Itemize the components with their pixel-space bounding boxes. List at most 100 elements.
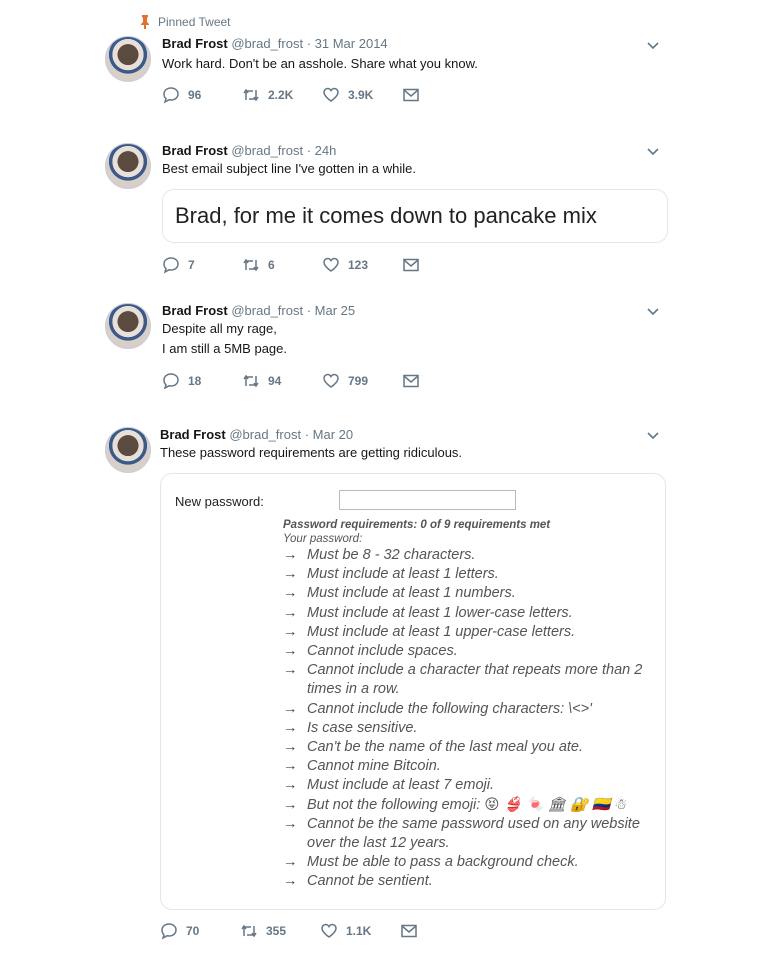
tweet-header: Brad Frost @brad_frost · Mar 25 (162, 303, 355, 318)
like-button[interactable]: 1.1K (320, 922, 400, 940)
direct-message-button[interactable] (402, 86, 482, 104)
avatar[interactable] (105, 427, 151, 473)
envelope-icon (403, 258, 419, 272)
direct-message-button[interactable] (402, 372, 482, 390)
avatar[interactable] (105, 36, 151, 82)
arrow-right-icon: → (283, 623, 298, 640)
retweet-icon (243, 374, 259, 388)
password-input[interactable] (339, 490, 516, 510)
requirement-text: But not the following emoji: 😝 👙 🍬 🏛 🔐 🇨… (307, 796, 628, 813)
author-name[interactable]: Brad Frost (162, 143, 228, 158)
requirement-item: → Must be able to pass a background check… (283, 853, 663, 872)
arrow-right-icon: → (283, 566, 298, 583)
reply-button[interactable]: 7 (162, 256, 242, 274)
retweet-button[interactable]: 2.2K (242, 86, 322, 104)
tweet-date[interactable]: Mar 25 (315, 303, 355, 318)
chevron-down-icon[interactable] (646, 304, 660, 318)
requirement-item: → Cannot include spaces. (283, 642, 663, 661)
arrow-right-icon: → (283, 777, 298, 794)
tweet[interactable]: Brad Frost @brad_frost · Mar 20 These pa… (100, 421, 680, 951)
tweet-date[interactable]: Mar 20 (313, 427, 353, 442)
arrow-right-icon: → (283, 719, 298, 736)
retweet-button[interactable]: 355 (240, 922, 320, 940)
reply-count: 70 (186, 924, 200, 938)
envelope-icon (403, 374, 419, 388)
retweet-count: 6 (268, 258, 275, 272)
reply-icon (161, 923, 177, 940)
author-handle[interactable]: @brad_frost (231, 36, 303, 51)
requirement-item: → Must include at least 1 numbers. (283, 584, 663, 603)
reply-button[interactable]: 70 (160, 922, 240, 940)
requirement-item: → Must include at least 1 lower-case lett… (283, 604, 663, 623)
card-text: Brad, for me it comes down to pancake mi… (175, 203, 597, 228)
reply-button[interactable]: 96 (162, 86, 242, 104)
retweet-button[interactable]: 94 (242, 372, 322, 390)
chevron-down-icon[interactable] (646, 38, 660, 52)
tweet-header: Brad Frost @brad_frost · 24h (162, 143, 336, 158)
arrow-right-icon: → (283, 758, 298, 775)
author-handle[interactable]: @brad_frost (231, 143, 303, 158)
tweet-actions: 18 94 799 (162, 372, 482, 390)
image-card[interactable]: New password: Password requirements: 0 o… (160, 473, 666, 910)
author-name[interactable]: Brad Frost (160, 427, 226, 442)
requirement-item: → Cannot include a character that repeats… (283, 661, 663, 699)
envelope-icon (403, 88, 419, 102)
arrow-right-icon: → (283, 604, 298, 621)
image-card[interactable]: Brad, for me it comes down to pancake mi… (162, 189, 668, 243)
arrow-right-icon: → (283, 854, 298, 871)
chevron-down-icon[interactable] (646, 428, 660, 442)
like-count: 1.1K (346, 924, 372, 938)
separator: · (303, 303, 315, 318)
author-handle[interactable]: @brad_frost (231, 303, 303, 318)
requirement-item: → Cannot mine Bitcoin. (283, 757, 663, 776)
author-handle[interactable]: @brad_frost (229, 427, 301, 442)
tweet-date[interactable]: 31 Mar 2014 (315, 36, 388, 51)
requirement-text: Cannot be sentient. (307, 873, 433, 890)
requirement-text: Cannot include spaces. (307, 643, 458, 660)
reply-icon (163, 373, 179, 390)
tweet-text: Best email subject line I've gotten in a… (162, 161, 416, 176)
heart-icon (323, 87, 339, 102)
tweet[interactable]: Brad Frost @brad_frost · 31 Mar 2014 Wor… (100, 30, 680, 115)
avatar[interactable] (105, 303, 151, 349)
like-count: 123 (348, 258, 369, 272)
like-button[interactable]: 3.9K (322, 86, 402, 104)
tweet-text: Work hard. Don't be an asshole. Share wh… (162, 56, 478, 71)
retweet-button[interactable]: 6 (242, 256, 322, 274)
tweet[interactable]: Brad Frost @brad_frost · 24h Best email … (100, 137, 680, 282)
tweet-header: Brad Frost @brad_frost · Mar 20 (160, 427, 353, 442)
password-requirements: Password requirements: 0 of 9 requiremen… (283, 518, 663, 892)
requirement-text: Must include at least 1 numbers. (307, 585, 516, 602)
requirement-item: → Must include at least 1 letters. (283, 565, 663, 584)
tweet-text-line: Despite all my rage, (162, 321, 277, 336)
tweet-text-line: I am still a 5MB page. (162, 341, 287, 356)
direct-message-button[interactable] (400, 922, 480, 940)
retweet-count: 94 (268, 374, 282, 388)
arrow-right-icon: → (283, 815, 298, 832)
tweet[interactable]: Brad Frost @brad_frost · Mar 25 Despite … (100, 297, 680, 397)
requirement-item: → Cannot be the same password used on any… (283, 815, 663, 853)
like-count: 799 (348, 374, 369, 388)
direct-message-button[interactable] (402, 256, 482, 274)
heart-icon (323, 257, 339, 272)
arrow-right-icon: → (283, 547, 298, 563)
like-button[interactable]: 799 (322, 372, 402, 390)
author-name[interactable]: Brad Frost (162, 36, 228, 51)
requirement-text: Must include at least 1 letters. (307, 566, 499, 583)
requirement-item: → Must include at least 1 upper-case lett… (283, 623, 663, 642)
author-name[interactable]: Brad Frost (162, 303, 228, 318)
like-button[interactable]: 123 (322, 256, 402, 274)
reply-count: 96 (188, 88, 202, 102)
requirement-item: → Must include at least 7 emoji. (283, 776, 663, 795)
chevron-down-icon[interactable] (646, 144, 660, 158)
requirements-subtitle: Your password: (283, 533, 363, 545)
requirements-title: Password requirements: 0 of 9 requiremen… (283, 519, 551, 531)
requirement-item: → Must be 8 - 32 characters. (283, 546, 663, 565)
reply-button[interactable]: 18 (162, 372, 242, 390)
separator: · (301, 427, 313, 442)
reply-count: 7 (188, 258, 195, 272)
avatar[interactable] (105, 143, 151, 189)
tweet-text: These password requirements are getting … (160, 445, 463, 460)
tweet-date[interactable]: 24h (315, 143, 337, 158)
reply-count: 18 (188, 374, 202, 388)
